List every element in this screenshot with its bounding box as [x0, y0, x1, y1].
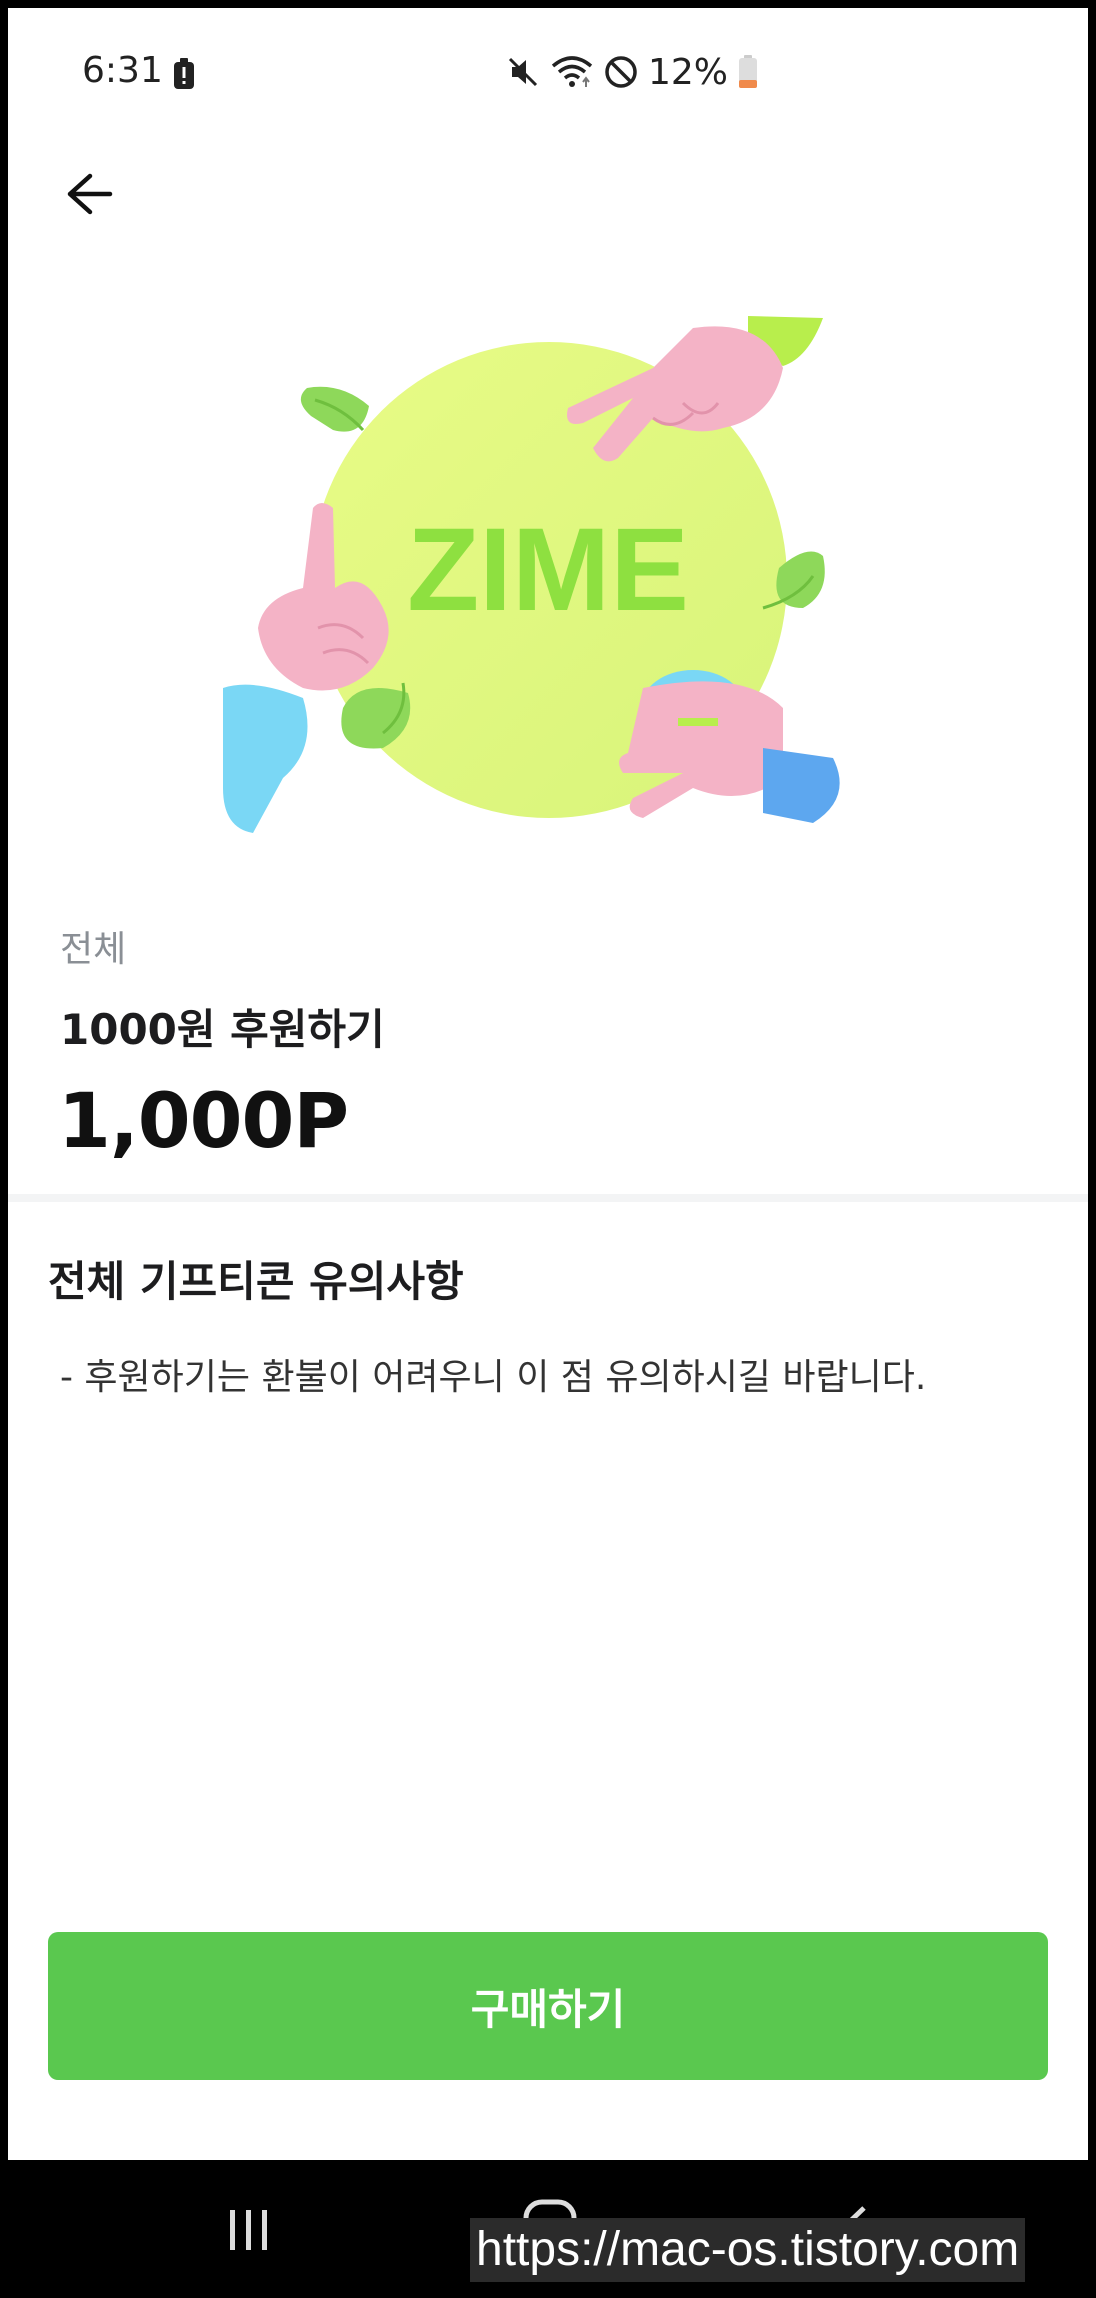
battery-alert-icon	[174, 58, 194, 89]
wifi-icon	[551, 56, 593, 87]
do-not-disturb-icon	[605, 56, 637, 88]
product-price: 1,000P	[58, 1076, 349, 1165]
arrow-left-icon	[67, 173, 113, 215]
status-time: 6:31	[82, 50, 163, 91]
status-icons: 12%	[506, 51, 758, 93]
mute-icon	[508, 57, 538, 87]
screen: 6:31 12% ZIME 전체 1000원 후원하기 1,000P 전체 기프…	[8, 8, 1088, 2160]
buy-button[interactable]: 구매하기	[48, 1932, 1048, 2080]
section-divider	[8, 1194, 1088, 1202]
notice-title: 전체 기프티콘 유의사항	[48, 1257, 464, 1306]
battery-icon	[739, 55, 758, 88]
recent-apps-icon[interactable]	[226, 2204, 274, 2256]
watermark: https://mac-os.tistory.com	[470, 2218, 1026, 2282]
product-category: 전체	[60, 929, 127, 970]
battery-percent: 12%	[648, 51, 729, 93]
hand-bottom-illustration	[619, 670, 840, 823]
status-bar: 6:31 12%	[8, 8, 1088, 132]
product-image: ZIME	[223, 316, 840, 833]
notice-body: - 후원하기는 환불이 어려우니 이 점 유의하시길 바랍니다.	[60, 1357, 927, 1398]
product-name: 1000원 후원하기	[60, 1005, 385, 1054]
zime-logo: ZIME	[407, 504, 689, 636]
back-button[interactable]	[52, 156, 128, 232]
